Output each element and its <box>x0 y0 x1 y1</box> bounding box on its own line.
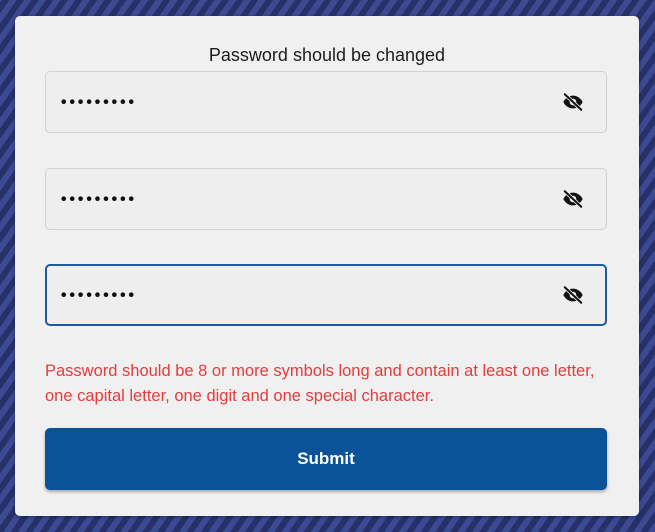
confirm-password-value: ••••••••• <box>59 285 136 305</box>
form-title: Password should be changed <box>208 45 446 65</box>
confirm-password-field[interactable]: ••••••••• <box>45 264 607 326</box>
password-error-message: Password should be 8 or more symbols lon… <box>45 362 595 405</box>
submit-button[interactable]: Submit <box>45 428 607 490</box>
eye-off-icon[interactable] <box>560 284 586 306</box>
eye-off-icon[interactable] <box>560 91 586 113</box>
current-password-field[interactable]: ••••••••• <box>45 71 607 133</box>
current-password-value: ••••••••• <box>59 92 136 112</box>
new-password-field[interactable]: ••••••••• <box>45 168 607 230</box>
eye-off-icon[interactable] <box>560 188 586 210</box>
change-password-card: Password should be changed ••••••••• •••… <box>15 16 639 516</box>
new-password-value: ••••••••• <box>59 189 136 209</box>
